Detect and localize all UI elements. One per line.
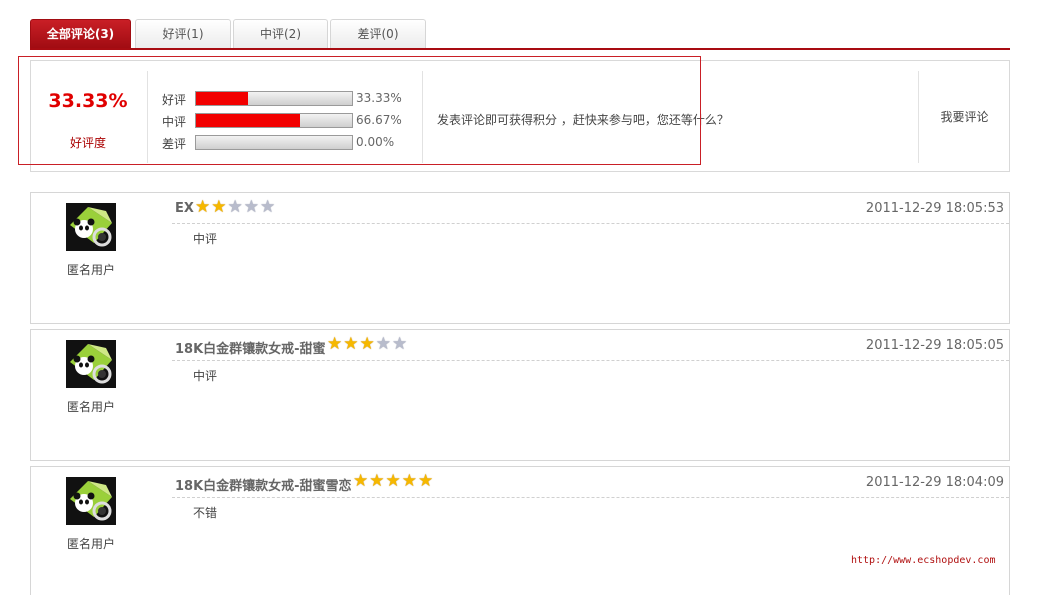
star-empty-icon: ★: [227, 197, 243, 217]
bar-track: [195, 113, 353, 128]
star-filled-icon: ★: [369, 471, 385, 491]
review-content: 中评: [193, 369, 218, 383]
bar-fill: [196, 92, 248, 105]
bar-percent: 66.67%: [356, 113, 402, 127]
positive-rate-value: 33.33%: [48, 90, 128, 112]
comment-prompt: 发表评论即可获得积分 ，赶快来参与吧，您还等什么？: [437, 113, 729, 127]
star-filled-icon: ★: [385, 471, 401, 491]
review-title: EX: [175, 201, 194, 216]
bar-label: 差评: [162, 137, 187, 151]
divider: [172, 223, 1009, 224]
bar-row-neutral: 中评 66.67%: [162, 112, 412, 129]
rating-summary: 33.33% 好评度 好评 33.33% 中评 66.67% 差评 0.00% …: [30, 60, 1010, 172]
star-empty-icon: ★: [392, 334, 408, 354]
star-filled-icon: ★: [401, 471, 417, 491]
bar-fill: [196, 114, 300, 127]
divider: [172, 497, 1009, 498]
bar-row-bad: 差评 0.00%: [162, 134, 412, 151]
star-empty-icon: ★: [260, 197, 276, 217]
bar-row-good: 好评 33.33%: [162, 90, 412, 107]
avatar: [66, 203, 116, 251]
star-filled-icon: ★: [195, 197, 211, 217]
star-rating: ★★★★★: [353, 472, 434, 490]
star-filled-icon: ★: [418, 471, 434, 491]
bar-percent: 33.33%: [356, 91, 402, 105]
username: 匿名用户: [66, 400, 115, 414]
tab-bad-reviews[interactable]: 差评(0): [330, 19, 426, 48]
review-title: 18K白金群镶款女戒-甜蜜: [175, 342, 326, 357]
avatar: [66, 340, 116, 388]
avatar: [66, 477, 116, 525]
review-title: 18K白金群镶款女戒-甜蜜雪恋: [175, 479, 352, 494]
divider: [172, 360, 1009, 361]
star-empty-icon: ★: [243, 197, 259, 217]
bar-label: 好评: [162, 93, 187, 107]
tab-all-reviews[interactable]: 全部评论(3): [30, 19, 131, 48]
watermark-text: http://www.ecshopdev.com: [851, 555, 996, 566]
tab-good-reviews[interactable]: 好评(1): [135, 19, 231, 48]
write-review-link[interactable]: 我要评论: [918, 71, 1010, 163]
review-time: 2011-12-29 18:05:53: [865, 201, 1004, 216]
tab-neutral-reviews[interactable]: 中评(2): [233, 19, 328, 48]
positive-rate-label: 好评度: [69, 136, 106, 150]
review-item: 匿名用户 EX ★★★★★ 2011-12-29 18:05:53 中评: [30, 192, 1010, 324]
review-tabs: 全部评论(3) 好评(1) 中评(2) 差评(0): [30, 19, 1010, 50]
bar-label: 中评: [162, 115, 187, 129]
review-item: 匿名用户 18K白金群镶款女戒-甜蜜 ★★★★★ 2011-12-29 18:0…: [30, 329, 1010, 461]
username: 匿名用户: [66, 263, 115, 277]
rating-bars: 好评 33.33% 中评 66.67% 差评 0.00%: [148, 71, 423, 163]
star-filled-icon: ★: [327, 334, 343, 354]
star-filled-icon: ★: [211, 197, 227, 217]
username: 匿名用户: [66, 537, 115, 551]
star-empty-icon: ★: [375, 334, 391, 354]
bar-track: [195, 135, 353, 150]
review-content: 不错: [193, 506, 218, 520]
review-content: 中评: [193, 232, 218, 246]
star-filled-icon: ★: [359, 334, 375, 354]
review-time: 2011-12-29 18:04:09: [865, 475, 1004, 490]
star-filled-icon: ★: [343, 334, 359, 354]
bar-percent: 0.00%: [356, 135, 395, 149]
review-time: 2011-12-29 18:05:05: [865, 338, 1004, 353]
star-rating: ★★★★★: [195, 198, 276, 216]
bar-track: [195, 91, 353, 106]
review-item: 匿名用户 18K白金群镶款女戒-甜蜜雪恋 ★★★★★ 2011-12-29 18…: [30, 466, 1010, 595]
star-rating: ★★★★★: [327, 335, 408, 353]
positive-rate-box: 33.33% 好评度: [31, 71, 148, 163]
star-filled-icon: ★: [353, 471, 369, 491]
